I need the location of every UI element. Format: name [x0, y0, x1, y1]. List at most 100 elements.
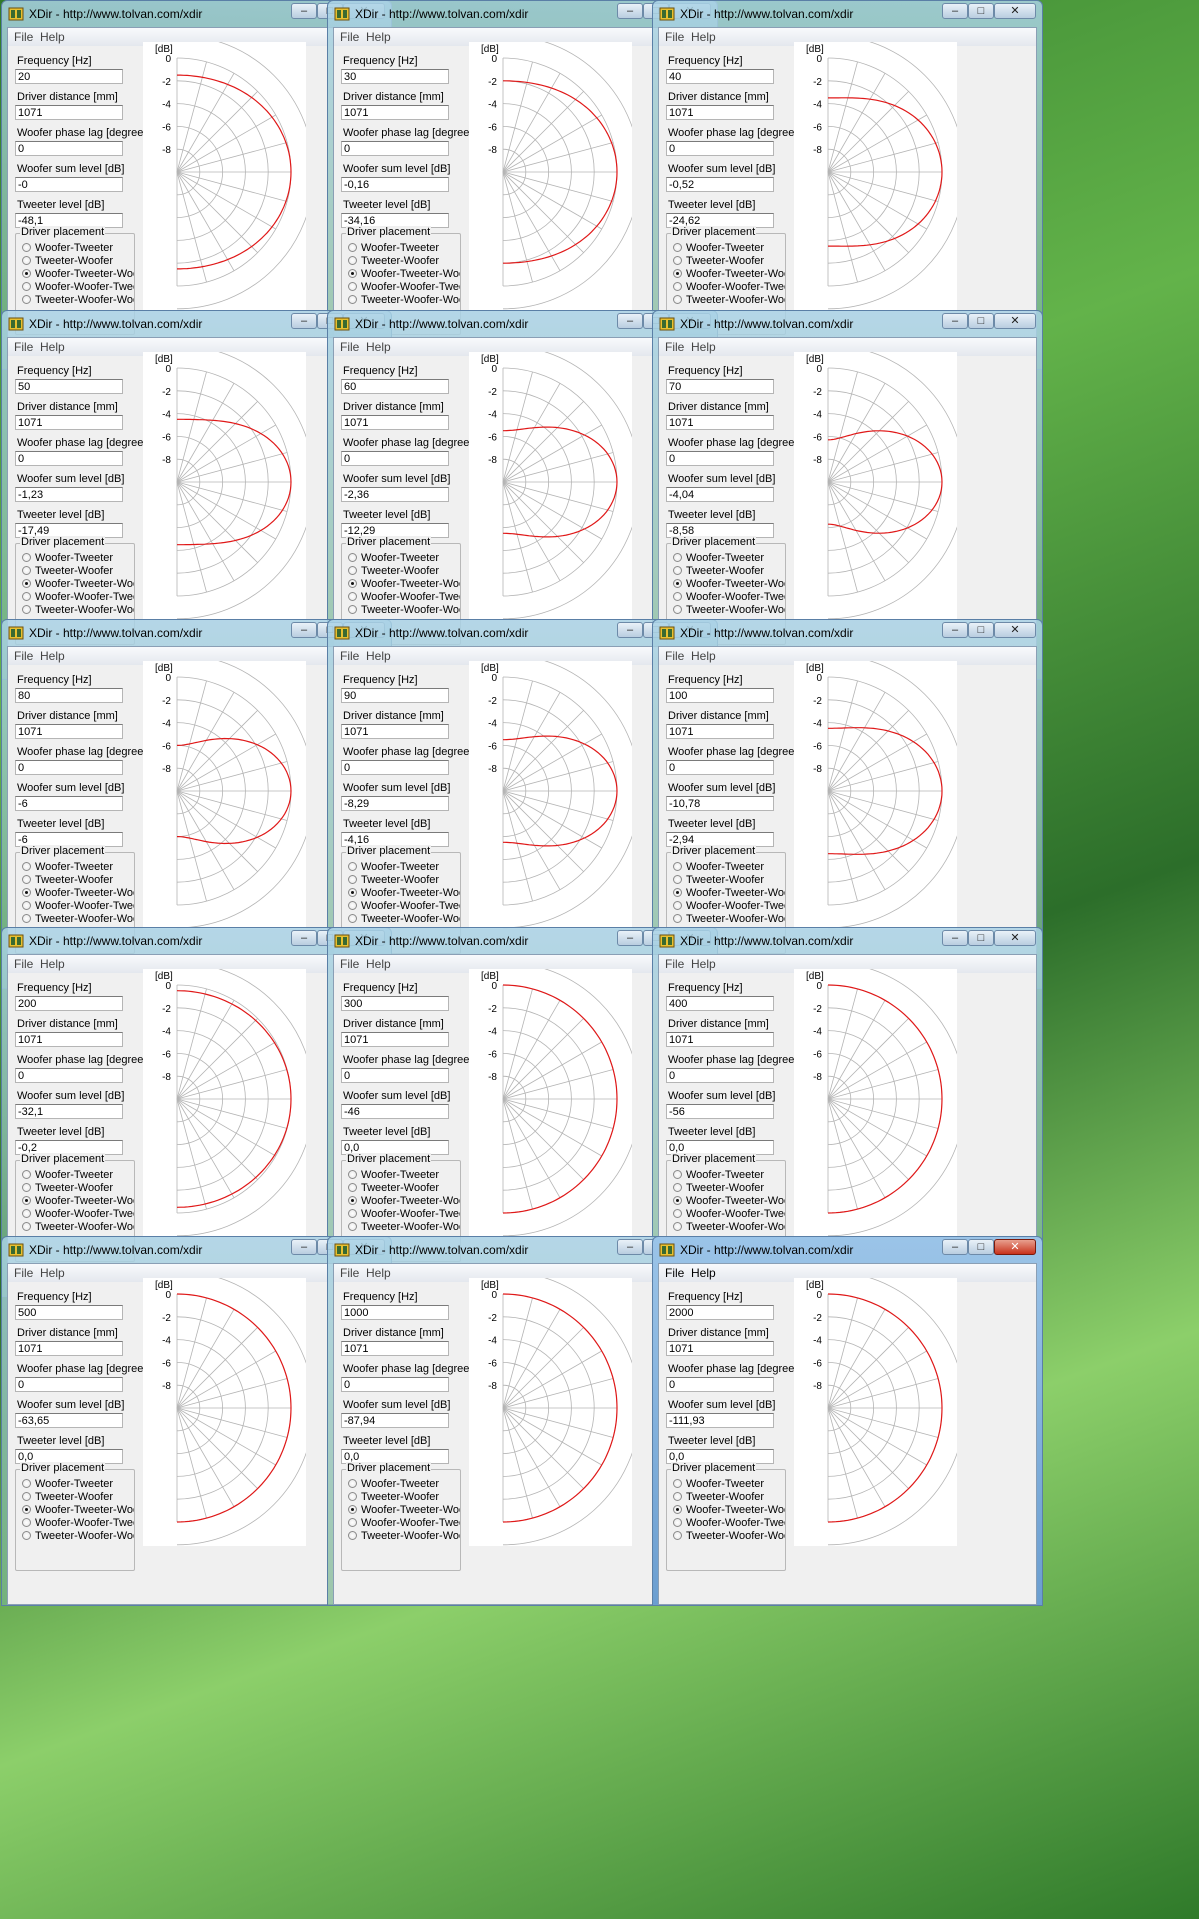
radio-woofer-tweeter[interactable]: Woofer-Tweeter [673, 552, 785, 565]
driver-distance-input[interactable]: 1071 [15, 1341, 123, 1356]
woofer-sum-level-input[interactable]: -32,1 [15, 1104, 123, 1119]
close-button[interactable]: ✕ [994, 313, 1036, 329]
menu-help[interactable]: Help [40, 30, 65, 44]
radio-woofer-tweeter[interactable]: Woofer-Tweeter [673, 861, 785, 874]
menu-file[interactable]: File [340, 957, 359, 971]
radio-woofer-tweeter[interactable]: Woofer-Tweeter [22, 242, 134, 255]
driver-distance-input[interactable]: 1071 [666, 724, 774, 739]
radio-tweeter-woofer-woofer[interactable]: Tweeter-Woofer-Woofer [673, 294, 785, 307]
menu-help[interactable]: Help [691, 957, 716, 971]
radio-button-icon[interactable] [673, 1209, 682, 1218]
woofer-sum-level-input[interactable]: -63,65 [15, 1413, 123, 1428]
driver-distance-input[interactable]: 1071 [666, 415, 774, 430]
radio-tweeter-woofer[interactable]: Tweeter-Woofer [673, 1182, 785, 1195]
maximize-button[interactable]: □ [968, 313, 994, 329]
woofer-phase-lag-input[interactable]: 0 [15, 760, 123, 775]
radio-button-icon[interactable] [22, 901, 31, 910]
frequency-input[interactable]: 30 [341, 69, 449, 84]
radio-button-icon[interactable] [348, 1479, 357, 1488]
radio-woofer-tweeter-woofer[interactable]: Woofer-Tweeter-Woofer [22, 1504, 134, 1517]
radio-button-icon[interactable] [348, 1196, 357, 1205]
frequency-input[interactable]: 50 [15, 379, 123, 394]
radio-button-icon[interactable] [673, 1479, 682, 1488]
driver-distance-input[interactable]: 1071 [15, 415, 123, 430]
minimize-button[interactable]: – [617, 930, 643, 946]
woofer-phase-lag-input[interactable]: 0 [666, 760, 774, 775]
frequency-input[interactable]: 20 [15, 69, 123, 84]
radio-tweeter-woofer[interactable]: Tweeter-Woofer [348, 1182, 460, 1195]
close-button[interactable]: ✕ [994, 930, 1036, 946]
woofer-phase-lag-input[interactable]: 0 [341, 760, 449, 775]
radio-button-icon[interactable] [673, 243, 682, 252]
radio-button-icon[interactable] [673, 592, 682, 601]
radio-woofer-tweeter-woofer[interactable]: Woofer-Tweeter-Woofer [673, 887, 785, 900]
title-bar[interactable]: XDir - http://www.tolvan.com/xdir – □ ✕ [653, 1, 1042, 27]
radio-button-icon[interactable] [22, 269, 31, 278]
driver-distance-input[interactable]: 1071 [666, 1341, 774, 1356]
woofer-sum-level-input[interactable]: -8,29 [341, 796, 449, 811]
radio-button-icon[interactable] [348, 1209, 357, 1218]
radio-tweeter-woofer-woofer[interactable]: Tweeter-Woofer-Woofer [22, 604, 134, 617]
woofer-phase-lag-input[interactable]: 0 [666, 141, 774, 156]
minimize-button[interactable]: – [942, 313, 968, 329]
woofer-phase-lag-input[interactable]: 0 [15, 1068, 123, 1083]
radio-button-icon[interactable] [22, 566, 31, 575]
radio-tweeter-woofer-woofer[interactable]: Tweeter-Woofer-Woofer [673, 604, 785, 617]
frequency-input[interactable]: 70 [666, 379, 774, 394]
radio-button-icon[interactable] [22, 1505, 31, 1514]
minimize-button[interactable]: – [617, 622, 643, 638]
menu-file[interactable]: File [14, 649, 33, 663]
minimize-button[interactable]: – [942, 622, 968, 638]
menu-file[interactable]: File [665, 340, 684, 354]
radio-button-icon[interactable] [22, 1183, 31, 1192]
menu-help[interactable]: Help [40, 649, 65, 663]
radio-button-icon[interactable] [348, 592, 357, 601]
maximize-button[interactable]: □ [968, 1239, 994, 1255]
radio-woofer-woofer-tweeter[interactable]: Woofer-Woofer-Tweeter [348, 1517, 460, 1530]
menu-help[interactable]: Help [40, 340, 65, 354]
minimize-button[interactable]: – [291, 1239, 317, 1255]
radio-button-icon[interactable] [22, 862, 31, 871]
radio-button-icon[interactable] [673, 1505, 682, 1514]
driver-distance-input[interactable]: 1071 [341, 415, 449, 430]
radio-button-icon[interactable] [348, 256, 357, 265]
radio-button-icon[interactable] [22, 282, 31, 291]
title-bar[interactable]: XDir - http://www.tolvan.com/xdir – □ ✕ [653, 311, 1042, 337]
menu-file[interactable]: File [665, 649, 684, 663]
radio-tweeter-woofer-woofer[interactable]: Tweeter-Woofer-Woofer [22, 913, 134, 926]
minimize-button[interactable]: – [291, 3, 317, 19]
woofer-sum-level-input[interactable]: -1,23 [15, 487, 123, 502]
radio-woofer-tweeter[interactable]: Woofer-Tweeter [22, 1478, 134, 1491]
woofer-phase-lag-input[interactable]: 0 [666, 451, 774, 466]
radio-button-icon[interactable] [348, 282, 357, 291]
frequency-input[interactable]: 200 [15, 996, 123, 1011]
radio-woofer-woofer-tweeter[interactable]: Woofer-Woofer-Tweeter [22, 591, 134, 604]
radio-button-icon[interactable] [673, 1531, 682, 1540]
radio-tweeter-woofer-woofer[interactable]: Tweeter-Woofer-Woofer [22, 1221, 134, 1234]
radio-woofer-woofer-tweeter[interactable]: Woofer-Woofer-Tweeter [22, 1517, 134, 1530]
radio-woofer-woofer-tweeter[interactable]: Woofer-Woofer-Tweeter [22, 1208, 134, 1221]
radio-tweeter-woofer-woofer[interactable]: Tweeter-Woofer-Woofer [673, 1221, 785, 1234]
radio-tweeter-woofer-woofer[interactable]: Tweeter-Woofer-Woofer [348, 1530, 460, 1543]
menu-file[interactable]: File [665, 30, 684, 44]
radio-tweeter-woofer[interactable]: Tweeter-Woofer [22, 565, 134, 578]
close-button[interactable]: ✕ [994, 3, 1036, 19]
menu-help[interactable]: Help [691, 340, 716, 354]
radio-woofer-tweeter-woofer[interactable]: Woofer-Tweeter-Woofer [22, 887, 134, 900]
radio-button-icon[interactable] [673, 901, 682, 910]
radio-woofer-woofer-tweeter[interactable]: Woofer-Woofer-Tweeter [673, 591, 785, 604]
frequency-input[interactable]: 1000 [341, 1305, 449, 1320]
minimize-button[interactable]: – [291, 313, 317, 329]
radio-button-icon[interactable] [22, 914, 31, 923]
radio-woofer-woofer-tweeter[interactable]: Woofer-Woofer-Tweeter [673, 281, 785, 294]
radio-button-icon[interactable] [673, 579, 682, 588]
menu-file[interactable]: File [14, 340, 33, 354]
radio-button-icon[interactable] [22, 553, 31, 562]
woofer-sum-level-input[interactable]: -0 [15, 177, 123, 192]
radio-button-icon[interactable] [673, 1196, 682, 1205]
radio-button-icon[interactable] [348, 914, 357, 923]
menu-help[interactable]: Help [366, 30, 391, 44]
menu-help[interactable]: Help [40, 957, 65, 971]
radio-button-icon[interactable] [348, 295, 357, 304]
radio-button-icon[interactable] [673, 1170, 682, 1179]
